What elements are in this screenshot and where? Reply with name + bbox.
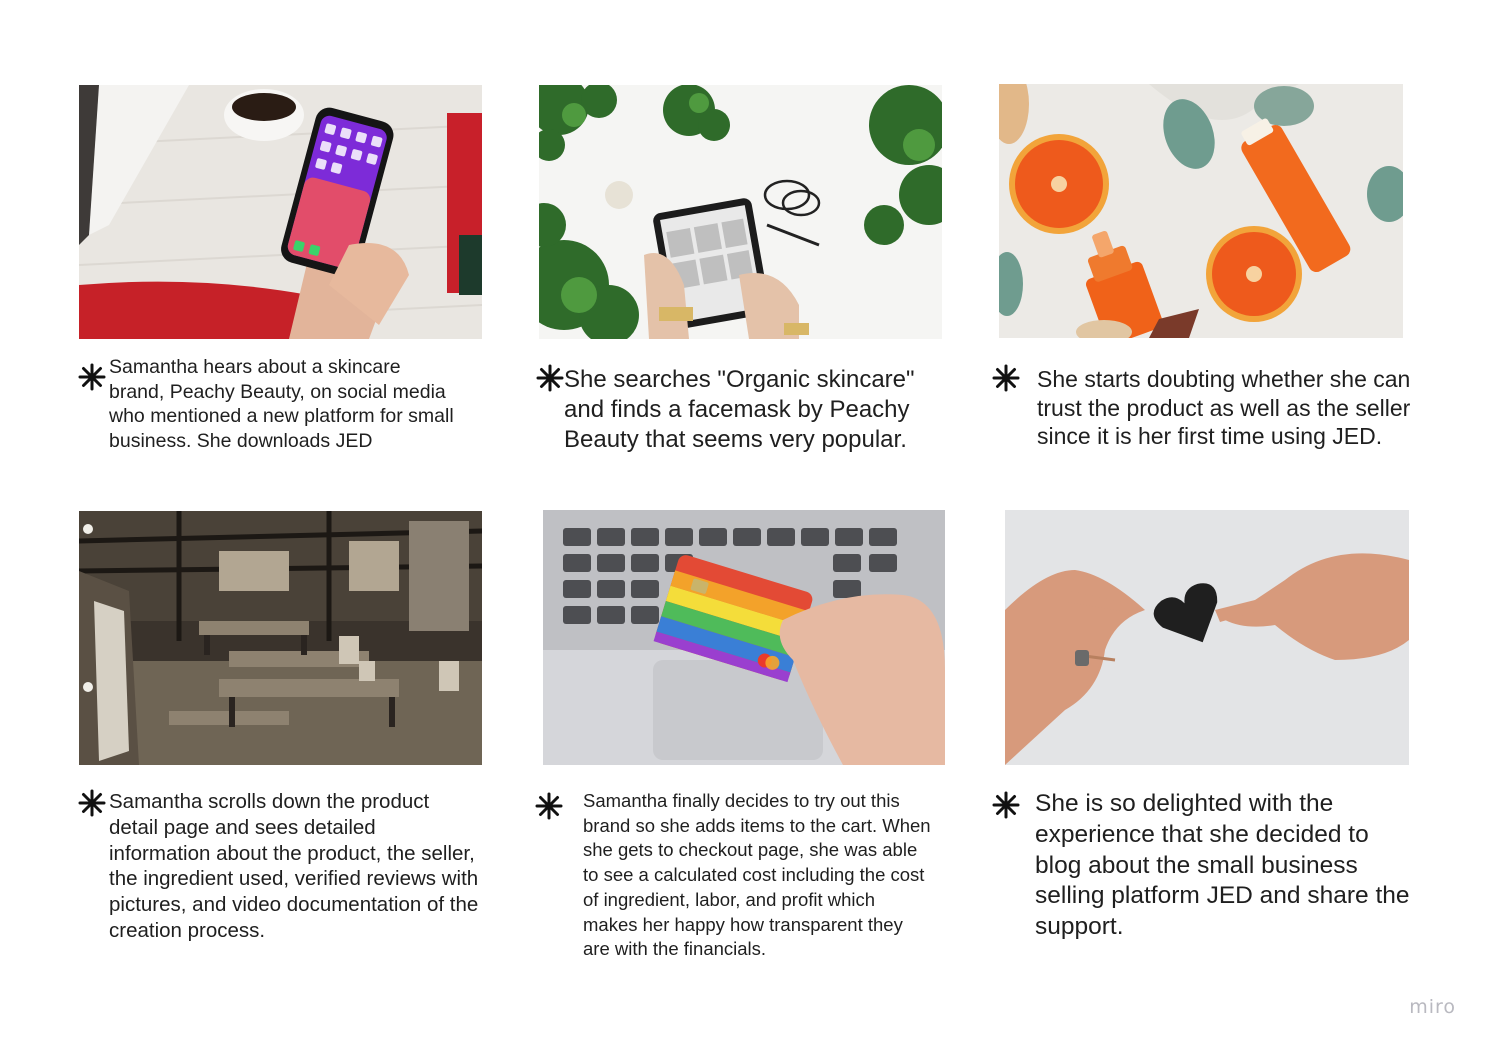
miro-watermark: miro [1409, 996, 1456, 1018]
caption-text-2: She searches "Organic skincare" and find… [564, 366, 915, 453]
phone-in-hand-photo [79, 85, 482, 339]
credit-card-laptop-photo [543, 510, 945, 765]
orange-skincare-products-photo [999, 84, 1403, 338]
caption-text-5: Samantha finally decides to try out this… [583, 790, 931, 960]
storyboard-image-6 [1005, 510, 1409, 765]
asterisk-icon [535, 792, 563, 820]
asterisk-icon [992, 791, 1020, 819]
caption-text-1: Samantha hears about a skincare brand, P… [109, 356, 454, 452]
asterisk-icon [78, 363, 106, 391]
asterisk-icon [536, 364, 564, 392]
caption-text-6: She is so delighted with the experience … [1035, 790, 1410, 941]
caption-text-4: Samantha scrolls down the product detail… [109, 790, 479, 942]
storyboard-image-4 [79, 511, 482, 765]
storyboard-image-2 [539, 85, 942, 339]
storyboard-image-1 [79, 85, 482, 339]
caption-text-3: She starts doubting whether she can trus… [1037, 366, 1411, 449]
asterisk-icon [78, 789, 106, 817]
tablet-shopping-photo [539, 85, 942, 339]
asterisk-icon [992, 364, 1020, 392]
storyboard-image-5 [543, 510, 945, 765]
storyboard-image-3 [999, 84, 1403, 338]
hands-sharing-heart-photo [1005, 510, 1409, 765]
vintage-workshop-photo [79, 511, 482, 765]
